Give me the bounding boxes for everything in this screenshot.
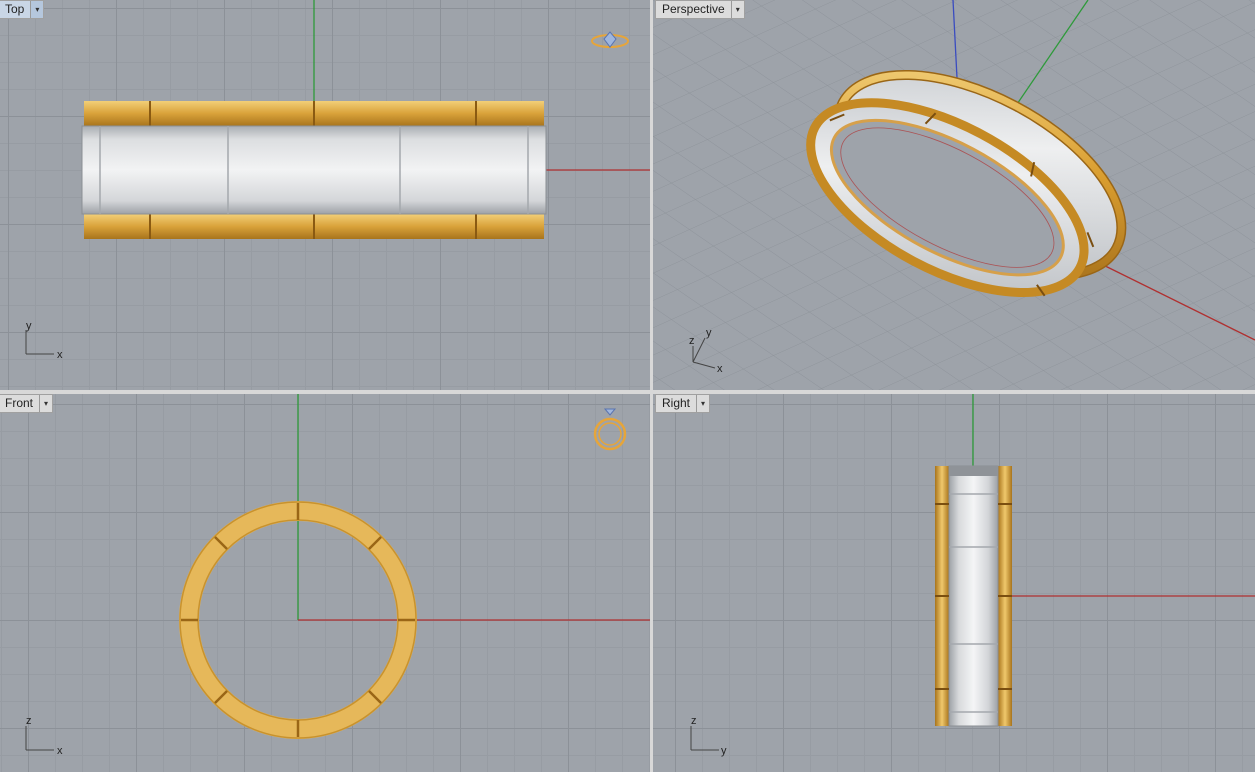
axis-label-y: y [706, 327, 712, 339]
dropdown-arrow-icon[interactable]: ▾ [39, 395, 52, 412]
viewport-label-right[interactable]: Right ▾ [655, 394, 711, 413]
dropdown-arrow-icon[interactable]: ▾ [696, 395, 709, 412]
viewport-right[interactable]: y z Right ▾ [653, 394, 1255, 772]
front-scene[interactable]: x z [0, 394, 650, 772]
ring-right-view[interactable] [935, 465, 1012, 727]
viewport-perspective[interactable]: x y z Perspective ▾ [653, 0, 1255, 390]
band-top-edge [949, 466, 998, 476]
ring-gem-icon[interactable] [591, 31, 629, 48]
viewport-top[interactable]: x y Top ▾ [0, 0, 650, 390]
axis-label-z: z [26, 715, 32, 727]
viewport-label-perspective[interactable]: Perspective ▾ [655, 0, 745, 19]
axis-triad-front: x z [25, 715, 63, 757]
axis-label-z: z [689, 335, 695, 347]
viewport-title: Right [662, 396, 691, 410]
top-scene[interactable]: x y [0, 0, 650, 390]
viewport-label-front[interactable]: Front ▾ [0, 394, 54, 413]
axis-label-x: x [57, 745, 63, 757]
dropdown-arrow-icon[interactable]: ▾ [30, 1, 44, 18]
axis-label-x: x [717, 363, 723, 375]
viewport-label-top[interactable]: Top ▾ [0, 0, 45, 19]
axis-label-z: z [691, 715, 697, 727]
axis-label-y: y [26, 320, 32, 332]
perspective-scene[interactable]: x y z [653, 0, 1255, 390]
viewport-title: Top [5, 2, 25, 16]
viewport-front[interactable]: x z Front ▾ [0, 394, 650, 772]
silver-band [81, 125, 547, 215]
axis-triad-top: x y [25, 320, 63, 361]
right-scene[interactable]: y z [653, 394, 1255, 772]
dropdown-arrow-icon[interactable]: ▾ [730, 1, 744, 18]
ring-top-view[interactable] [81, 101, 547, 239]
silver-band [948, 465, 999, 727]
viewport-title: Perspective [662, 2, 725, 16]
axis-label-y: y [721, 745, 727, 757]
axis-label-x: x [57, 349, 63, 361]
viewport-title: Front [5, 396, 34, 410]
axis-triad-right: y z [690, 715, 727, 757]
ring-gem-icon[interactable] [593, 408, 627, 451]
